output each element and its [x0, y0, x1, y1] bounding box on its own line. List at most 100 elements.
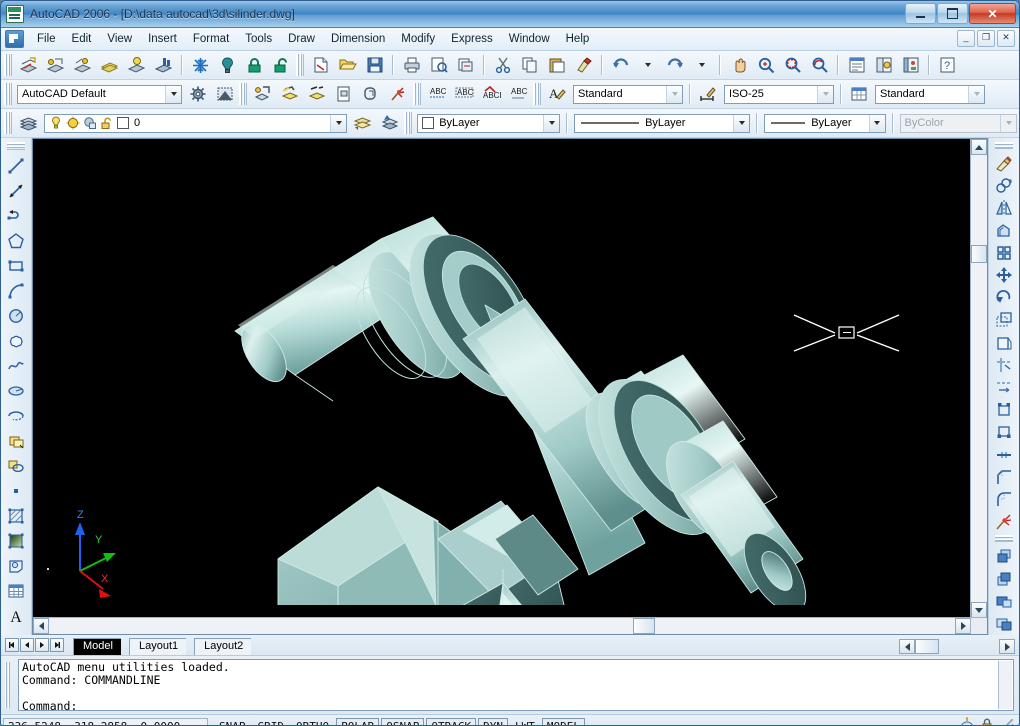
- make-block-icon[interactable]: [3, 453, 29, 478]
- scroll-right-button[interactable]: [955, 618, 971, 634]
- menu-file[interactable]: File: [29, 30, 64, 48]
- zoom-previous-icon[interactable]: [807, 53, 832, 78]
- freeze-thaw-sun-icon[interactable]: [66, 116, 80, 130]
- first-tab-button[interactable]: [5, 638, 19, 652]
- close-button[interactable]: ✕: [969, 3, 1016, 24]
- find-text-icon[interactable]: ABC: [506, 82, 531, 107]
- layer-properties-manager-icon[interactable]: [16, 111, 41, 136]
- undo-icon[interactable]: [608, 53, 633, 78]
- match-properties-icon[interactable]: [571, 53, 596, 78]
- array-icon[interactable]: [991, 242, 1017, 264]
- make-object-layer-current-icon[interactable]: [377, 111, 402, 136]
- snowflake-icon[interactable]: [188, 53, 213, 78]
- ucs-named-icon[interactable]: [70, 53, 95, 78]
- rotate-icon[interactable]: [991, 287, 1017, 309]
- menu-dimension[interactable]: Dimension: [323, 30, 393, 48]
- light-bulb-icon[interactable]: [215, 53, 240, 78]
- insert-toolbar-grip[interactable]: [239, 83, 247, 105]
- ucs-icon[interactable]: [16, 53, 41, 78]
- table-icon[interactable]: [3, 578, 29, 603]
- hatch-icon[interactable]: [3, 503, 29, 528]
- status-toggle-osnap[interactable]: OSNAP: [381, 717, 425, 725]
- stretch-icon[interactable]: [991, 331, 1017, 353]
- paste-icon[interactable]: [544, 53, 569, 78]
- copy-object-icon[interactable]: [991, 175, 1017, 197]
- lock-closed-icon[interactable]: [242, 53, 267, 78]
- polygon-icon[interactable]: [3, 228, 29, 253]
- chamfer-icon[interactable]: [991, 466, 1017, 488]
- erase-icon[interactable]: [991, 152, 1017, 174]
- lineweight-control-combo[interactable]: ByLayer: [764, 113, 886, 133]
- help-icon[interactable]: ?: [935, 53, 960, 78]
- scroll-down-button[interactable]: [971, 602, 987, 618]
- horizontal-scroll-thumb[interactable]: [633, 618, 655, 634]
- menu-tools[interactable]: Tools: [237, 30, 280, 48]
- construction-line-icon[interactable]: [3, 178, 29, 203]
- status-toggle-grid[interactable]: GRID: [253, 718, 290, 726]
- cut-icon[interactable]: [490, 53, 515, 78]
- multiline-text-icon[interactable]: ABC: [425, 82, 450, 107]
- status-toggle-lwt[interactable]: LWT: [510, 718, 540, 726]
- redo-icon[interactable]: [662, 53, 687, 78]
- mdi-restore-button[interactable]: ❐: [977, 30, 995, 47]
- polyline-icon[interactable]: [3, 203, 29, 228]
- ucs-3point-icon[interactable]: [151, 53, 176, 78]
- chevron-down-icon[interactable]: [968, 85, 984, 103]
- status-toggle-dyn[interactable]: DYN: [478, 717, 508, 725]
- draw-toolbar-grip[interactable]: [7, 142, 25, 150]
- region-icon[interactable]: [3, 553, 29, 578]
- color-control-combo[interactable]: ByLayer: [417, 113, 561, 133]
- dimension-style-icon[interactable]: [696, 82, 721, 107]
- break-at-point-icon[interactable]: [991, 399, 1017, 421]
- menu-view[interactable]: View: [99, 30, 140, 48]
- gradient-icon[interactable]: [3, 528, 29, 553]
- document-control-icon[interactable]: [5, 30, 24, 48]
- drawing-canvas-area[interactable]: Z Y X: [32, 138, 988, 635]
- menu-edit[interactable]: Edit: [64, 30, 100, 48]
- canvas-horizontal-scrollbar[interactable]: [33, 617, 971, 634]
- menu-help[interactable]: Help: [558, 30, 598, 48]
- send-to-back-icon[interactable]: [991, 568, 1017, 590]
- layer-unlocked-icon[interactable]: [100, 116, 114, 130]
- workspaces-toolbar-grip[interactable]: [4, 83, 12, 105]
- break-icon[interactable]: [991, 421, 1017, 443]
- table-style-combo[interactable]: Standard: [875, 84, 985, 104]
- chevron-down-icon[interactable]: [543, 114, 560, 132]
- coordinates-display[interactable]: 236.5248, 318.2858, 0.0000: [3, 717, 208, 725]
- status-toggle-ortho[interactable]: ORTHO: [291, 718, 334, 726]
- tab-layout2[interactable]: Layout2: [194, 638, 252, 655]
- menu-window[interactable]: Window: [501, 30, 558, 48]
- minimize-button[interactable]: [905, 3, 936, 24]
- workspace-combo[interactable]: AutoCAD Default: [17, 84, 182, 104]
- chevron-down-icon[interactable]: [165, 85, 181, 103]
- canvas-vertical-scrollbar[interactable]: [970, 139, 987, 618]
- layer-previous-icon[interactable]: [350, 111, 375, 136]
- explode-icon[interactable]: [386, 82, 411, 107]
- qnew-icon[interactable]: [308, 53, 333, 78]
- text-style-icon[interactable]: A: [545, 82, 570, 107]
- send-under-object-icon[interactable]: [991, 612, 1017, 634]
- point-icon[interactable]: [3, 478, 29, 503]
- model-viewport[interactable]: Z Y X: [33, 139, 971, 618]
- copy-icon[interactable]: [517, 53, 542, 78]
- dimension-style-combo[interactable]: ISO-25: [724, 84, 834, 104]
- layer-on-bulb-icon[interactable]: [49, 116, 63, 130]
- communication-center-icon[interactable]: [959, 717, 975, 725]
- text-toolbar-grip[interactable]: [413, 83, 421, 105]
- toolpalettes-icon[interactable]: [898, 53, 923, 78]
- maximize-button[interactable]: [937, 3, 968, 24]
- mdi-minimize-button[interactable]: _: [957, 30, 975, 47]
- rectangle-icon[interactable]: [3, 253, 29, 278]
- tab-model[interactable]: Model: [73, 638, 121, 655]
- command-prompt[interactable]: Command:: [22, 700, 1010, 711]
- extend-icon[interactable]: [991, 376, 1017, 398]
- zoom-realtime-icon[interactable]: [753, 53, 778, 78]
- spline-icon[interactable]: [3, 353, 29, 378]
- status-toggle-otrack[interactable]: OTRACK: [426, 717, 477, 725]
- chevron-down-icon[interactable]: [868, 114, 885, 132]
- join-icon[interactable]: [991, 443, 1017, 465]
- circle-icon[interactable]: [3, 303, 29, 328]
- lock-open-icon[interactable]: [269, 53, 294, 78]
- trim-icon[interactable]: [991, 354, 1017, 376]
- command-history[interactable]: AutoCAD menu utilities loaded. Command: …: [18, 659, 1014, 711]
